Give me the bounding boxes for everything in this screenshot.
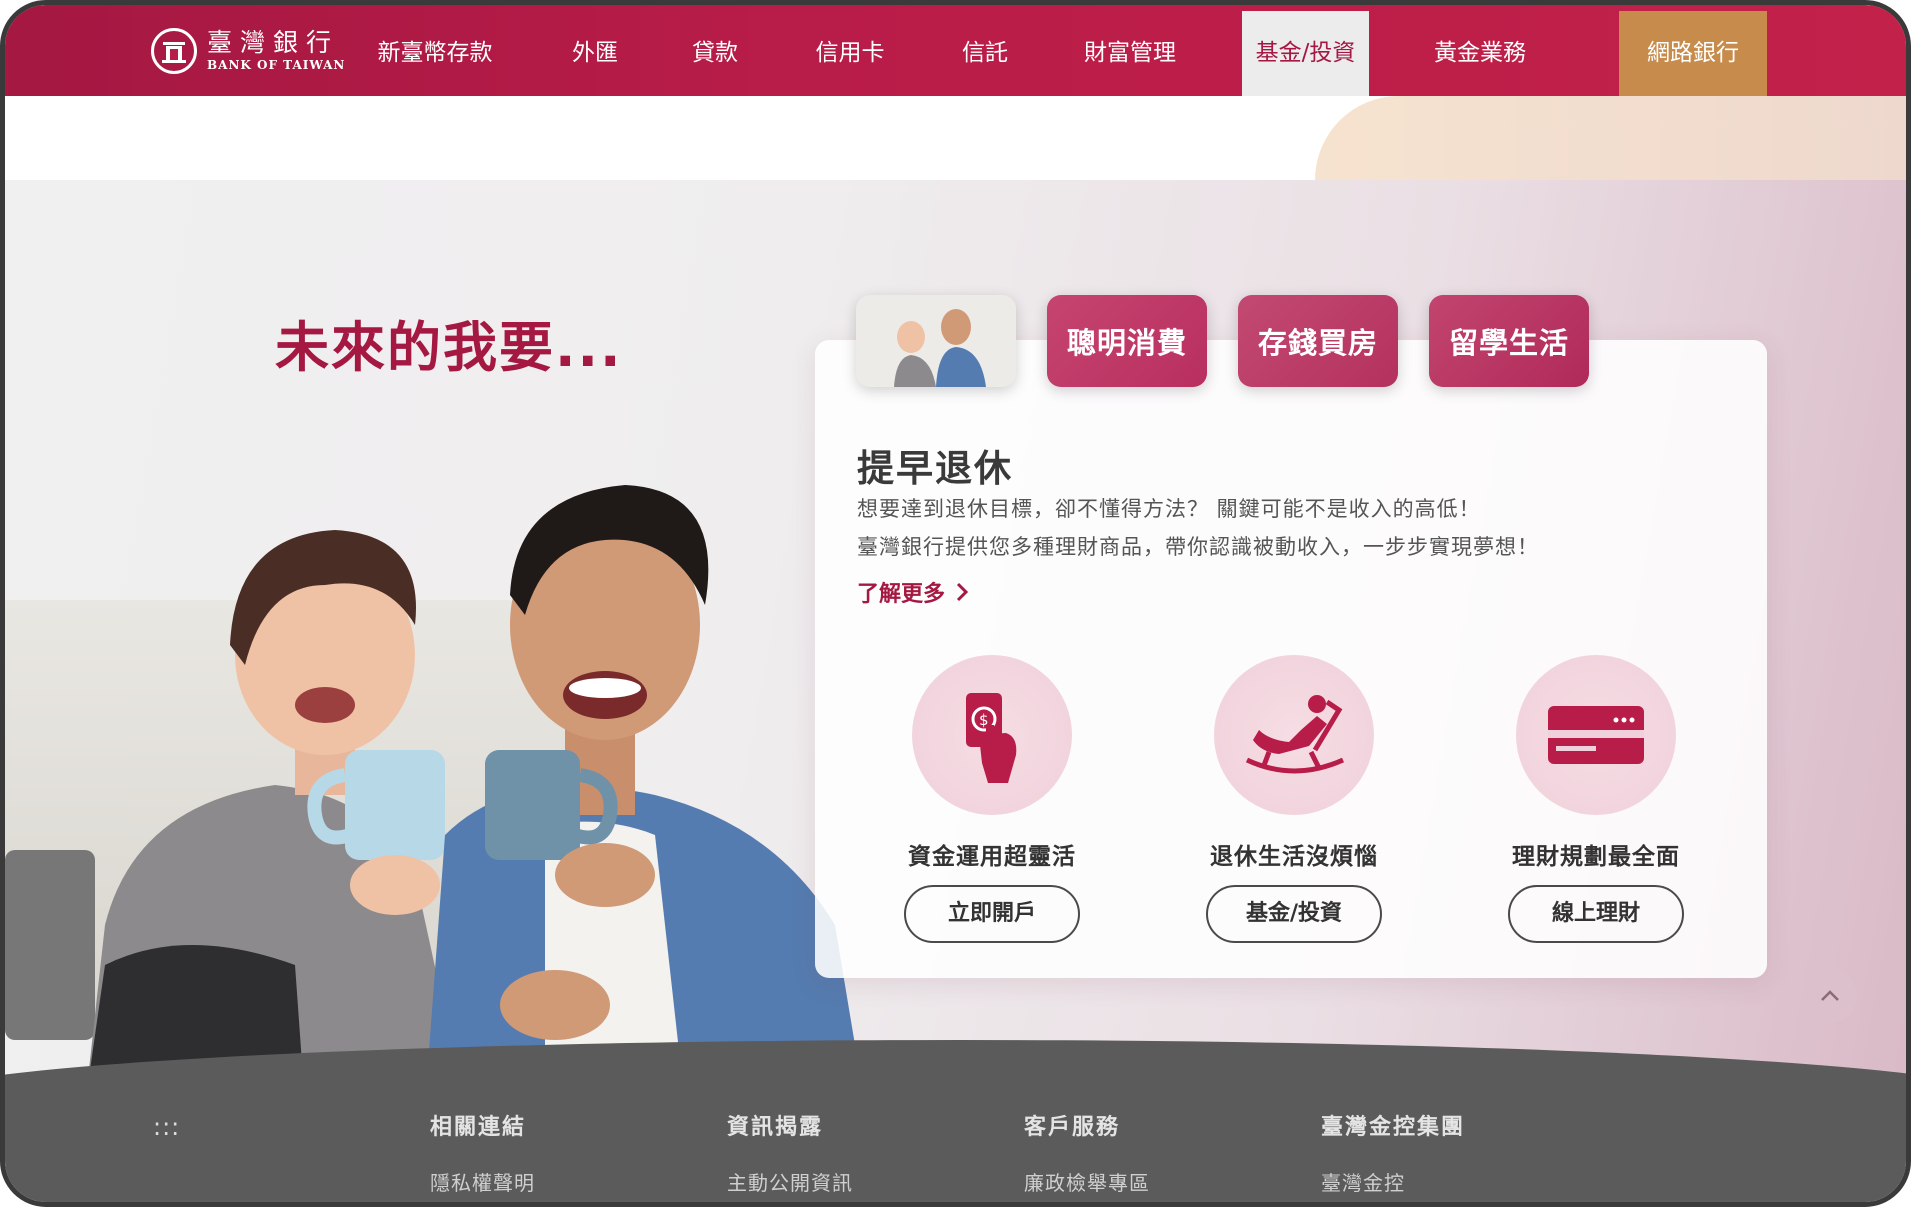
card-icon xyxy=(1516,655,1676,815)
bank-logo[interactable]: 臺灣銀行 BANK OF TAIWAN xyxy=(151,23,345,79)
nav-item-twd-deposit[interactable]: 新臺幣存款 xyxy=(360,11,510,96)
nav-item-gold[interactable]: 黃金業務 xyxy=(1405,11,1555,96)
open-account-button[interactable]: 立即開戶 xyxy=(904,885,1080,943)
footer-link-public-info[interactable]: 主動公開資訊 xyxy=(727,1167,853,1196)
footer xyxy=(5,1080,1906,1202)
feature-label: 理財規劃最全面 xyxy=(1512,844,1680,870)
nav-item-wealth[interactable]: 財富管理 xyxy=(1065,11,1195,96)
online-wealth-button[interactable]: 線上理財 xyxy=(1508,885,1684,943)
nav-item-loan[interactable]: 貸款 xyxy=(665,11,765,96)
decorative-band xyxy=(1315,96,1906,180)
logo-name-en: BANK OF TAIWAN xyxy=(207,58,346,72)
footer-col-group: 臺灣金控集團 xyxy=(1321,1115,1466,1140)
top-nav: 臺灣銀行 BANK OF TAIWAN 新臺幣存款 外匯 貸款 信用卡 信託 財… xyxy=(5,5,1906,96)
footer-link-financial-holding[interactable]: 臺灣金控 xyxy=(1321,1167,1405,1196)
feature-flexible-funds: $ 資金運用超靈活 立即開戶 xyxy=(867,655,1117,943)
tab-study-abroad[interactable]: 留學生活 xyxy=(1429,295,1589,387)
footer-col-customer-service: 客戶服務 xyxy=(1024,1115,1121,1140)
browser-frame: 臺灣銀行 BANK OF TAIWAN 新臺幣存款 外匯 貸款 信用卡 信託 財… xyxy=(0,0,1911,1207)
footer-more-icon[interactable]: ::: xyxy=(153,1113,180,1141)
nav-item-ebank[interactable]: 網路銀行 xyxy=(1619,11,1767,96)
feature-label: 退休生活沒煩惱 xyxy=(1210,844,1378,870)
tab-label: 存錢買房 xyxy=(1257,326,1378,360)
hero-headline: 未來的我要... xyxy=(275,316,623,379)
learn-more-label: 了解更多 xyxy=(857,582,946,607)
card-desc-line1: 想要達到退休目標，卻不懂得方法？ 關鍵可能不是收入的高低！ xyxy=(857,497,1481,521)
tab-label: 留學生活 xyxy=(1448,326,1569,360)
tab-save-buy-house[interactable]: 存錢買房 xyxy=(1238,295,1398,387)
rocking-chair-icon xyxy=(1214,655,1374,815)
learn-more-link[interactable]: 了解更多 xyxy=(857,576,969,608)
card-title: 提早退休 xyxy=(857,447,1013,490)
chevron-up-icon xyxy=(1821,990,1839,1001)
tab-early-retirement-thumbnail[interactable] xyxy=(856,295,1016,387)
nav-item-trust[interactable]: 信託 xyxy=(935,11,1035,96)
hero-photo-people xyxy=(85,485,865,1105)
card-description: 想要達到退休目標，卻不懂得方法？ 關鍵可能不是收入的高低！ 臺灣銀行提供您多種理… xyxy=(857,490,1539,566)
feature-retirement: 退休生活沒煩惱 基金/投資 xyxy=(1169,655,1419,943)
footer-link-privacy[interactable]: 隱私權聲明 xyxy=(430,1167,535,1196)
retirement-card: 提早退休 想要達到退休目標，卻不懂得方法？ 關鍵可能不是收入的高低！ 臺灣銀行提… xyxy=(815,340,1767,978)
fund-investment-button[interactable]: 基金/投資 xyxy=(1206,885,1382,943)
feature-planning: 理財規劃最全面 線上理財 xyxy=(1471,655,1721,943)
logo-name-cn: 臺灣銀行 xyxy=(207,28,340,57)
tab-smart-spending[interactable]: 聰明消費 xyxy=(1047,295,1207,387)
chevron-right-icon xyxy=(956,582,969,602)
thumbnail-photo xyxy=(856,295,1016,387)
card-desc-line2: 臺灣銀行提供您多種理財商品，帶你認識被動收入，一步步實現夢想！ xyxy=(857,535,1539,559)
logo-seal-icon xyxy=(151,28,197,74)
nav-item-credit-card[interactable]: 信用卡 xyxy=(790,11,910,96)
footer-col-disclosure: 資訊揭露 xyxy=(727,1115,824,1140)
scroll-to-top-button[interactable] xyxy=(1803,969,1857,1023)
feature-label: 資金運用超靈活 xyxy=(908,844,1076,870)
footer-link-integrity[interactable]: 廉政檢舉專區 xyxy=(1024,1167,1150,1196)
footer-col-related-links: 相關連結 xyxy=(430,1115,527,1140)
hand-money-icon: $ xyxy=(912,655,1072,815)
nav-item-fund-investment[interactable]: 基金/投資 xyxy=(1242,11,1369,96)
tab-label: 聰明消費 xyxy=(1066,326,1187,360)
nav-item-forex[interactable]: 外匯 xyxy=(545,11,645,96)
